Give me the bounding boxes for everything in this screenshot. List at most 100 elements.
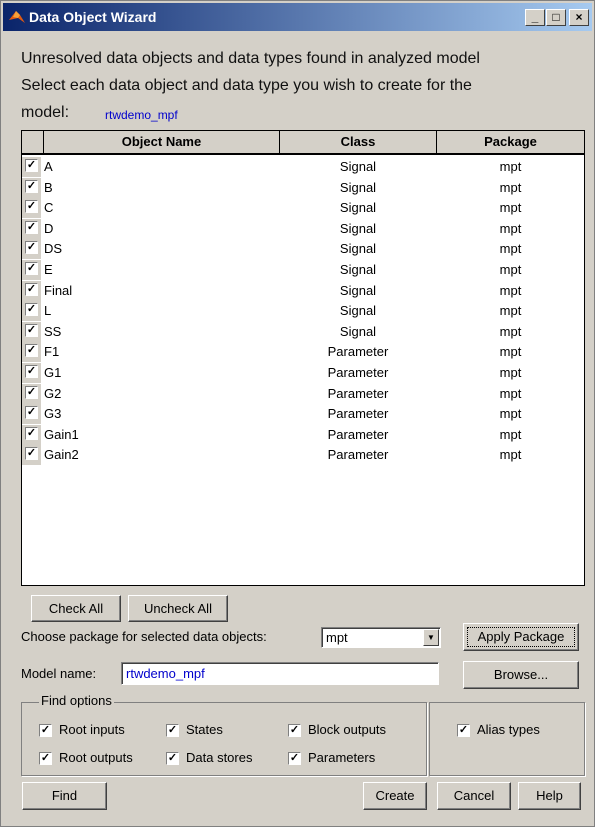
row-checkbox-cell: ✓ xyxy=(22,157,41,177)
row-checkbox-cell: ✓ xyxy=(22,301,41,322)
table-row[interactable]: ✓ L Signal mpt xyxy=(22,301,584,322)
table-row[interactable]: ✓ B Signal mpt xyxy=(22,177,584,198)
checkbox-checked-icon[interactable]: ✓ xyxy=(39,724,52,737)
object-name-cell: G3 xyxy=(44,406,62,422)
checkbox-checked-icon[interactable]: ✓ xyxy=(288,724,301,737)
apply-package-button[interactable]: Apply Package xyxy=(463,623,579,651)
table-row[interactable]: ✓ G2 Parameter mpt xyxy=(22,383,584,404)
checkbox-checked-icon[interactable]: ✓ xyxy=(25,282,38,296)
row-checkbox-cell: ✓ xyxy=(22,383,41,404)
browse-button[interactable]: Browse... xyxy=(463,661,579,689)
table-row[interactable]: ✓ SS Signal mpt xyxy=(22,321,584,342)
maximize-button[interactable]: □ xyxy=(546,9,566,26)
row-checkbox-cell: ✓ xyxy=(22,260,41,280)
check-all-button[interactable]: Check All xyxy=(31,595,121,622)
object-name-cell: E xyxy=(44,262,53,277)
table-row[interactable]: ✓ A Signal mpt xyxy=(22,157,584,177)
checkbox-checked-icon[interactable]: ✓ xyxy=(166,752,179,765)
checkbox-checked-icon[interactable]: ✓ xyxy=(25,220,38,234)
checkbox-checked-icon[interactable]: ✓ xyxy=(25,303,38,317)
package-cell: mpt xyxy=(499,220,522,236)
row-checkbox-cell: ✓ xyxy=(22,198,41,219)
checkbox-checked-icon[interactable]: ✓ xyxy=(25,365,38,378)
intro-line-3: model: xyxy=(21,104,70,121)
object-name-cell: D xyxy=(44,220,54,236)
checkbox-checked-icon[interactable]: ✓ xyxy=(25,159,38,172)
checkbox-checked-icon[interactable]: ✓ xyxy=(39,752,52,765)
object-name-cell: SS xyxy=(44,323,62,339)
table-header: Object Name Class Package xyxy=(22,131,584,155)
checkbox-checked-icon[interactable]: ✓ xyxy=(457,724,470,737)
object-name-cell: B xyxy=(44,179,53,195)
object-name-cell: L xyxy=(44,303,52,319)
package-cell: mpt xyxy=(499,241,522,257)
chevron-down-icon[interactable]: ▼ xyxy=(423,629,439,646)
close-button[interactable]: × xyxy=(569,9,589,26)
package-select-label: Choose package for selected data objects… xyxy=(21,629,267,644)
checkbox-checked-icon[interactable]: ✓ xyxy=(25,447,38,461)
option-label: States xyxy=(186,722,223,737)
checkbox-checked-icon[interactable]: ✓ xyxy=(25,200,38,214)
find-button[interactable]: Find xyxy=(22,782,107,810)
alias-types-group xyxy=(429,702,585,776)
class-cell: Signal xyxy=(339,200,377,216)
table-row[interactable]: ✓ DS Signal mpt xyxy=(22,239,584,260)
header-checkbox-column xyxy=(22,131,44,153)
window-title: Data Object Wizard xyxy=(29,9,157,25)
checkbox-checked-icon[interactable]: ✓ xyxy=(25,385,38,399)
table-row[interactable]: ✓ F1 Parameter mpt xyxy=(22,342,584,363)
table-row[interactable]: ✓ D Signal mpt xyxy=(22,218,584,239)
help-button[interactable]: Help xyxy=(518,782,581,810)
checkbox-checked-icon[interactable]: ✓ xyxy=(288,752,301,765)
create-button[interactable]: Create xyxy=(363,782,427,810)
checkbox-checked-icon[interactable]: ✓ xyxy=(25,344,38,358)
package-cell: mpt xyxy=(499,323,522,339)
class-cell: Signal xyxy=(339,241,377,257)
package-cell: mpt xyxy=(499,365,522,380)
header-package[interactable]: Package xyxy=(437,131,584,153)
checkbox-checked-icon[interactable]: ✓ xyxy=(25,179,38,193)
class-cell: Parameter xyxy=(327,385,389,401)
checkbox-checked-icon[interactable]: ✓ xyxy=(25,323,38,337)
row-checkbox-cell: ✓ xyxy=(22,321,41,342)
row-checkbox-cell: ✓ xyxy=(22,363,41,383)
package-select-value: mpt xyxy=(326,630,348,645)
model-name-field[interactable]: rtwdemo_mpf xyxy=(121,662,439,685)
package-cell: mpt xyxy=(499,385,522,401)
cancel-button[interactable]: Cancel xyxy=(437,782,511,810)
table-row[interactable]: ✓ Gain2 Parameter mpt xyxy=(22,445,584,466)
table-row[interactable]: ✓ G3 Parameter mpt xyxy=(22,404,584,425)
data-object-wizard-window: Data Object Wizard _ □ × Unresolved data… xyxy=(0,0,595,827)
checkbox-checked-icon[interactable]: ✓ xyxy=(25,406,38,420)
checkbox-checked-icon[interactable]: ✓ xyxy=(25,426,38,440)
object-name-cell: C xyxy=(44,200,54,216)
package-select[interactable]: mpt ▼ xyxy=(321,627,441,648)
find-options-legend: Find options xyxy=(39,693,114,708)
table-row[interactable]: ✓ Final Signal mpt xyxy=(22,280,584,301)
header-class[interactable]: Class xyxy=(280,131,437,153)
class-cell: Parameter xyxy=(327,365,389,380)
class-cell: Parameter xyxy=(327,447,389,463)
option-label: Parameters xyxy=(308,750,376,765)
table-row[interactable]: ✓ G1 Parameter mpt xyxy=(22,363,584,383)
option-label: Data stores xyxy=(186,750,253,765)
class-cell: Signal xyxy=(339,323,377,339)
object-name-cell: F1 xyxy=(44,344,60,360)
checkbox-checked-icon[interactable]: ✓ xyxy=(25,241,38,255)
row-checkbox-cell: ✓ xyxy=(22,280,41,301)
class-cell: Signal xyxy=(339,220,377,236)
checkbox-checked-icon[interactable]: ✓ xyxy=(166,724,179,737)
checkbox-checked-icon[interactable]: ✓ xyxy=(25,262,38,275)
package-cell: mpt xyxy=(499,447,522,463)
uncheck-all-button[interactable]: Uncheck All xyxy=(128,595,228,622)
row-checkbox-cell: ✓ xyxy=(22,177,41,198)
title-bar[interactable]: Data Object Wizard _ □ × xyxy=(3,3,592,31)
table-row[interactable]: ✓ Gain1 Parameter mpt xyxy=(22,424,584,445)
header-object-name[interactable]: Object Name xyxy=(44,131,280,153)
object-name-cell: Gain1 xyxy=(44,426,79,442)
table-row[interactable]: ✓ C Signal mpt xyxy=(22,198,584,219)
model-name-link[interactable]: rtwdemo_mpf xyxy=(105,108,178,122)
table-row[interactable]: ✓ E Signal mpt xyxy=(22,260,584,280)
minimize-button[interactable]: _ xyxy=(525,9,545,26)
intro-line-1: Unresolved data objects and data types f… xyxy=(21,50,480,67)
